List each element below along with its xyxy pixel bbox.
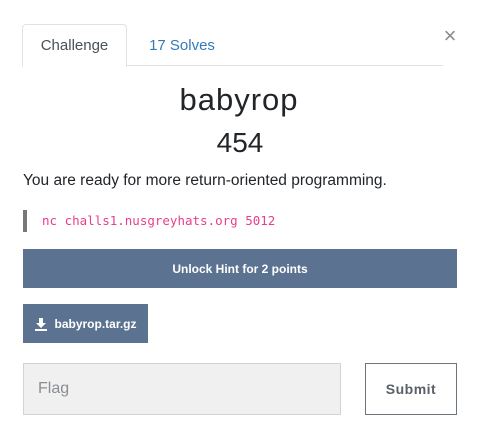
challenge-description: You are ready for more return-oriented p…	[23, 172, 387, 189]
download-icon	[35, 317, 48, 331]
challenge-modal: Challenge 17 Solves × babyrop 454 You ar…	[0, 0, 481, 446]
file-name: babyrop.tar.gz	[54, 316, 137, 331]
submit-button[interactable]: Submit	[365, 363, 457, 415]
connection-command: nc challs1.nusgreyhats.org 5012	[42, 213, 276, 228]
flag-input[interactable]	[23, 363, 341, 415]
connection-info: nc challs1.nusgreyhats.org 5012	[23, 210, 275, 232]
download-file-button[interactable]: babyrop.tar.gz	[23, 304, 148, 343]
tab-bar: Challenge 17 Solves	[22, 24, 443, 67]
tab-challenge[interactable]: Challenge	[22, 24, 127, 67]
tab-solves[interactable]: 17 Solves	[132, 24, 232, 66]
close-icon[interactable]: ×	[440, 24, 460, 48]
challenge-points: 454	[216, 127, 264, 158]
challenge-name: babyrop	[179, 82, 299, 117]
unlock-hint-button[interactable]: Unlock Hint for 2 points	[23, 249, 457, 288]
